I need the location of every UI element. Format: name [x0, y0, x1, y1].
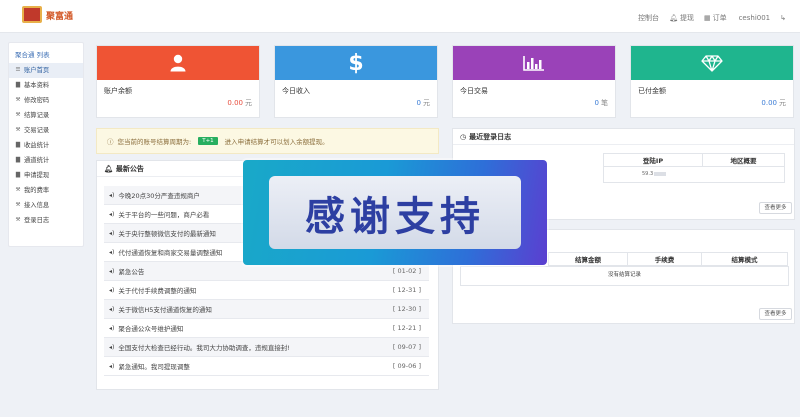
logout-icon[interactable]: ↳	[780, 14, 786, 22]
sidebar-item-integration[interactable]: ⚒ 接入信息	[9, 198, 83, 213]
nav-orders[interactable]: ▦ 订单	[704, 13, 727, 23]
card-trades-label: 今日交易	[460, 87, 488, 95]
card-trades-header	[453, 46, 615, 80]
top-nav: 控制台 🔔︎ 提现 ▦ 订单 ceshi001 ↳	[636, 13, 786, 23]
user-icon	[170, 54, 186, 72]
card-paid: 已付金额 0.00 元	[630, 45, 794, 118]
card-trades: 今日交易 0笔	[452, 45, 616, 118]
nav-withdraw[interactable]: 🔔︎ 提现	[669, 13, 694, 23]
login-log-header: ◷ 最近登录日志	[453, 129, 794, 145]
card-income-header: $	[275, 46, 437, 80]
col-login-ip: 登陆IP	[603, 153, 703, 167]
announcement-item[interactable]: ◂) 紧急通知。我司提现调整[ 09-06 ]	[104, 357, 429, 376]
card-balance-label: 账户余额	[104, 87, 132, 95]
sidebar-item-transactions[interactable]: ⚒ 交易记录	[9, 123, 83, 138]
card-paid-label: 已付金额	[638, 87, 666, 95]
sidebar-item-password[interactable]: ⚒ 修改密码	[9, 93, 83, 108]
col-region: 地区概要	[703, 153, 785, 167]
announcement-item[interactable]: ◂) 聚合通公众号维护通知[ 12-21 ]	[104, 319, 429, 338]
ip-placeholder	[654, 172, 666, 176]
col-settle-mode: 结算模式	[702, 252, 788, 266]
speaker-icon: ◂)	[109, 267, 115, 275]
speaker-icon: ◂)	[109, 324, 115, 332]
chart-icon: ▇	[15, 142, 21, 148]
card-balance-value: 0.00 元	[227, 99, 252, 107]
thanks-banner: 感谢支持	[243, 160, 547, 265]
wrench-icon: ⚒	[15, 97, 21, 103]
speaker-icon: ◂)	[109, 210, 115, 218]
card-balance-header	[97, 46, 259, 80]
wrench-icon: ⚒	[15, 202, 21, 208]
calendar-icon: ▦	[703, 14, 711, 22]
diamond-icon	[701, 54, 723, 72]
sidebar-item-login-log[interactable]: ⚒ 登录日志	[9, 213, 83, 228]
chart-icon: ▇	[15, 157, 21, 163]
sidebar-item-rates[interactable]: ⚒ 我的费率	[9, 183, 83, 198]
sidebar-item-earnings[interactable]: ▇ 收益统计	[9, 138, 83, 153]
wrench-icon: ⚒	[15, 217, 21, 223]
top-bar: 聚富通 控制台 🔔︎ 提现 ▦ 订单 ceshi001 ↳	[0, 0, 800, 33]
settle-log-empty: 没有结算记录	[460, 266, 789, 286]
bell-icon: 🔔︎	[104, 164, 113, 173]
sidebar-item-withdraw[interactable]: ▇ 申请提现	[9, 168, 83, 183]
announcement-item[interactable]: ◂) 关于代付手续费调整的通知[ 12-31 ]	[104, 281, 429, 300]
speaker-icon: ◂)	[109, 191, 115, 199]
sidebar-item-settlement[interactable]: ⚒ 结算记录	[9, 108, 83, 123]
col-settle-amount: 结算金额	[548, 252, 628, 266]
wrench-icon: ⚒	[15, 112, 21, 118]
sidebar-item-home[interactable]: ☰ 账户首页	[9, 63, 83, 78]
card-income-value: 0元	[416, 99, 430, 107]
chart-icon: ▇	[15, 82, 21, 88]
speaker-icon: ◂)	[109, 362, 115, 370]
bar-chart-icon	[523, 56, 544, 71]
card-trades-value: 0笔	[594, 99, 608, 107]
chart-icon: ▇	[15, 172, 21, 178]
speaker-icon: ◂)	[109, 229, 115, 237]
card-paid-header	[631, 46, 793, 80]
settle-cycle-badge: T+1	[198, 137, 218, 145]
menu-icon: ☰	[15, 67, 21, 73]
thanks-banner-text: 感谢支持	[305, 192, 485, 240]
col-fee: 手续费	[628, 252, 702, 266]
dollar-icon: $	[348, 50, 364, 76]
bell-icon: 🔔︎	[669, 14, 678, 22]
login-log-more-button[interactable]: 查看更多	[759, 202, 792, 214]
info-icon: ⓘ	[107, 138, 114, 146]
announcement-item[interactable]: ◂) 全国支付大检查已经行动。我司大力协助调查，违规直接封![ 09-07 ]	[104, 338, 429, 357]
speaker-icon: ◂)	[109, 343, 115, 351]
settlement-notice: ⓘ 您当前的账号结算周期为: T+1 进入申请结算才可以划入余额提现。	[96, 128, 439, 154]
clock-icon: ◷	[460, 132, 467, 141]
settle-log-table-header: 结算金额 手续费 结算模式	[548, 252, 788, 266]
sidebar: 聚合通 列表 ☰ 账户首页 ▇ 基本资料 ⚒ 修改密码 ⚒ 结算记录 ⚒ 交易记录 ▇ 收益…	[8, 42, 84, 247]
speaker-icon: ◂)	[109, 286, 115, 294]
card-balance: 账户余额 0.00 元	[96, 45, 260, 118]
nav-dashboard[interactable]: 控制台	[636, 13, 659, 23]
settle-log-more-button[interactable]: 查看更多	[759, 308, 792, 320]
wrench-icon: ⚒	[15, 187, 21, 193]
wrench-icon: ⚒	[15, 127, 21, 133]
thanks-banner-inner: 感谢支持	[269, 176, 521, 249]
card-income: $ 今日收入 0元	[274, 45, 438, 118]
login-log-table-header: 登陆IP 地区概要	[603, 153, 785, 167]
brand-logo[interactable]	[22, 6, 42, 23]
sidebar-item-channels[interactable]: ▇ 通道统计	[9, 153, 83, 168]
card-income-label: 今日收入	[282, 87, 310, 95]
announcement-item[interactable]: ◂) 关于微信H5支付通道恢复的通知[ 12-30 ]	[104, 300, 429, 319]
brand-name[interactable]: 聚富通	[46, 9, 73, 22]
speaker-icon: ◂)	[109, 305, 115, 313]
nav-user[interactable]: ceshi001	[737, 14, 771, 22]
card-paid-value: 0.00 元	[761, 99, 786, 107]
sidebar-title: 聚合通 列表	[15, 51, 50, 59]
sidebar-item-profile[interactable]: ▇ 基本资料	[9, 78, 83, 93]
login-log-row: 59.3	[603, 167, 785, 183]
speaker-icon: ◂)	[109, 248, 115, 256]
